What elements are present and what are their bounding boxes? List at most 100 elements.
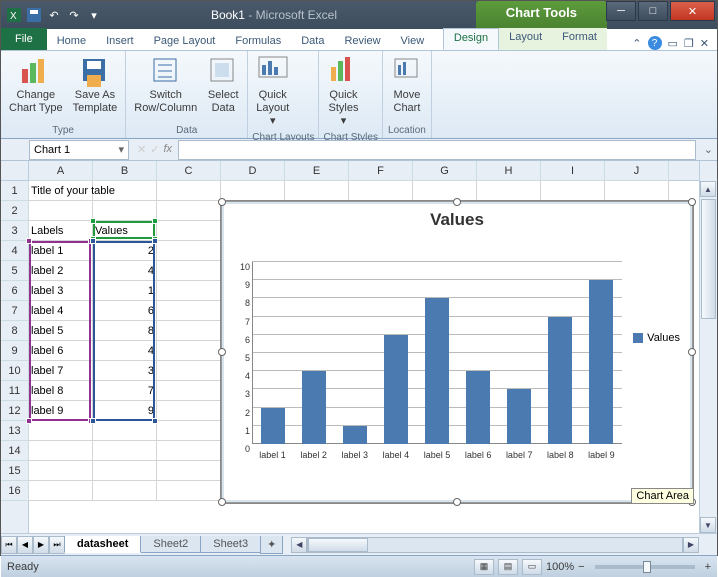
cell-B3[interactable]: Values	[93, 221, 157, 241]
cell-C9[interactable]	[157, 341, 221, 361]
cell-A10[interactable]: label 7	[29, 361, 93, 381]
first-sheet-icon[interactable]: ⏮	[1, 536, 17, 554]
cell-C12[interactable]	[157, 401, 221, 421]
scroll-left-icon[interactable]: ◀	[291, 537, 307, 553]
sheet-tab-sheet2[interactable]: Sheet2	[140, 536, 201, 553]
cell-B2[interactable]	[93, 201, 157, 221]
cell-A8[interactable]: label 5	[29, 321, 93, 341]
zoom-out-button[interactable]: −	[578, 561, 584, 573]
maximize-button[interactable]: □	[638, 1, 668, 21]
switch-row-column-button[interactable]: Switch Row/Column	[130, 53, 201, 124]
cell-B16[interactable]	[93, 481, 157, 501]
horizontal-scrollbar[interactable]: ◀ ▶	[291, 537, 699, 553]
cell-A9[interactable]: label 6	[29, 341, 93, 361]
row-header-5[interactable]: 5	[1, 261, 29, 281]
bar-3[interactable]: label 3	[334, 426, 375, 444]
cell-A5[interactable]: label 2	[29, 261, 93, 281]
column-header-F[interactable]: F	[349, 161, 413, 181]
cell-B4[interactable]: 2	[93, 241, 157, 261]
quick-layout-button[interactable]: Quick Layout▾	[252, 53, 293, 131]
chart-resize-handle[interactable]	[453, 198, 461, 206]
row-header-12[interactable]: 12	[1, 401, 29, 421]
scroll-right-icon[interactable]: ▶	[683, 537, 699, 553]
row-header-4[interactable]: 4	[1, 241, 29, 261]
column-header-B[interactable]: B	[93, 161, 157, 181]
bar-rect[interactable]	[384, 335, 408, 444]
help-icon[interactable]: ?	[648, 36, 662, 50]
chart-resize-handle[interactable]	[218, 198, 226, 206]
cell-G1[interactable]	[413, 181, 477, 201]
new-sheet-button[interactable]: ✦	[260, 536, 283, 554]
next-sheet-icon[interactable]: ▶	[33, 536, 49, 554]
row-header-16[interactable]: 16	[1, 481, 29, 501]
chevron-down-icon[interactable]: ▾	[118, 143, 124, 156]
cell-H1[interactable]	[477, 181, 541, 201]
cell-B10[interactable]: 3	[93, 361, 157, 381]
tab-formulas[interactable]: Formulas	[225, 32, 291, 50]
column-header-H[interactable]: H	[477, 161, 541, 181]
bar-1[interactable]: label 1	[252, 408, 293, 444]
file-tab[interactable]: File	[1, 28, 47, 50]
bar-rect[interactable]	[302, 371, 326, 444]
bar-8[interactable]: label 8	[540, 317, 581, 444]
zoom-knob[interactable]	[643, 561, 651, 573]
cell-A1[interactable]: Title of your table	[29, 181, 93, 201]
chart-legend[interactable]: Values	[633, 332, 680, 344]
cell-E1[interactable]	[285, 181, 349, 201]
chart-title[interactable]: Values	[222, 202, 692, 234]
minimize-button[interactable]: ─	[606, 1, 636, 21]
row-header-7[interactable]: 7	[1, 301, 29, 321]
bar-4[interactable]: label 4	[375, 335, 416, 444]
row-header-11[interactable]: 11	[1, 381, 29, 401]
vertical-scrollbar[interactable]: ▲ ▼	[699, 161, 717, 533]
zoom-slider[interactable]	[595, 565, 695, 569]
cell-C13[interactable]	[157, 421, 221, 441]
cell-A4[interactable]: label 1	[29, 241, 93, 261]
chart-resize-handle[interactable]	[688, 198, 696, 206]
cell-C11[interactable]	[157, 381, 221, 401]
cell-A3[interactable]: Labels	[29, 221, 93, 241]
cell-B1[interactable]	[93, 181, 157, 201]
cell-F1[interactable]	[349, 181, 413, 201]
tab-home[interactable]: Home	[47, 32, 96, 50]
page-layout-view-button[interactable]: ▤	[498, 559, 518, 575]
zoom-level[interactable]: 100%	[546, 561, 574, 573]
cell-B8[interactable]: 8	[93, 321, 157, 341]
cell-C10[interactable]	[157, 361, 221, 381]
cell-C8[interactable]	[157, 321, 221, 341]
tab-design[interactable]: Design	[443, 28, 499, 50]
bar-9[interactable]: label 9	[581, 280, 622, 444]
cell-A11[interactable]: label 8	[29, 381, 93, 401]
cell-C6[interactable]	[157, 281, 221, 301]
redo-icon[interactable]: ↷	[65, 6, 83, 24]
selection-handle[interactable]	[152, 218, 158, 224]
bar-rect[interactable]	[507, 389, 531, 444]
chart-resize-handle[interactable]	[453, 498, 461, 506]
cell-B15[interactable]	[93, 461, 157, 481]
tab-data[interactable]: Data	[291, 32, 334, 50]
bar-6[interactable]: label 6	[458, 371, 499, 444]
chart-plot-area[interactable]: 012345678910 label 1label 2label 3label …	[252, 242, 622, 462]
save-as-template-button[interactable]: Save As Template	[69, 53, 122, 124]
undo-icon[interactable]: ↶	[45, 6, 63, 24]
chart-resize-handle[interactable]	[218, 498, 226, 506]
cell-C3[interactable]	[157, 221, 221, 241]
cell-B14[interactable]	[93, 441, 157, 461]
formula-input[interactable]	[178, 140, 696, 160]
scroll-thumb[interactable]	[701, 199, 716, 319]
cell-C14[interactable]	[157, 441, 221, 461]
tab-page-layout[interactable]: Page Layout	[144, 32, 226, 50]
cell-C2[interactable]	[157, 201, 221, 221]
change-chart-type-button[interactable]: Change Chart Type	[5, 53, 67, 124]
row-header-15[interactable]: 15	[1, 461, 29, 481]
cell-C4[interactable]	[157, 241, 221, 261]
embedded-chart[interactable]: Values 012345678910 label 1label 2label …	[221, 201, 693, 503]
row-header-9[interactable]: 9	[1, 341, 29, 361]
prev-sheet-icon[interactable]: ◀	[17, 536, 33, 554]
cell-C5[interactable]	[157, 261, 221, 281]
cell-A13[interactable]	[29, 421, 93, 441]
selection-handle[interactable]	[90, 418, 96, 424]
cell-B6[interactable]: 1	[93, 281, 157, 301]
move-chart-button[interactable]: Move Chart	[387, 53, 427, 124]
row-header-13[interactable]: 13	[1, 421, 29, 441]
